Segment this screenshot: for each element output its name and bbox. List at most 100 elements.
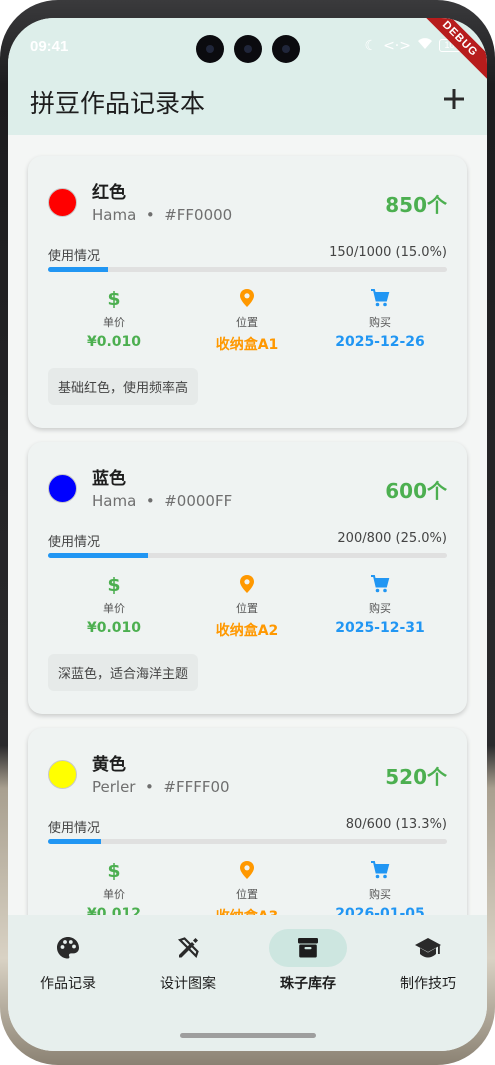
bead-count: 520个 (385, 765, 447, 789)
bead-note: 基础红色，使用频率高 (48, 368, 199, 405)
usage-progress-bar (48, 839, 447, 844)
bead-name: 黄色 (92, 755, 126, 775)
device-frame: 09:41 ☾ <·> 100 DEBUG 拼豆作品记录本 红色 Hama • … (0, 0, 495, 1065)
dollar-icon: $ (107, 860, 120, 880)
color-swatch (48, 474, 77, 503)
bead-hex: #0000FF (164, 492, 233, 510)
bead-brand-hex: Perler • #FFFF00 (92, 778, 230, 796)
location-info: 位置 收纳盒A1 (187, 288, 307, 354)
location-pin-icon (240, 575, 254, 593)
bead-name: 红色 (92, 183, 126, 203)
bead-card[interactable]: 红色 Hama • #FF0000 850个 使用情况 150/1000 (15… (28, 156, 467, 428)
color-swatch (48, 188, 77, 217)
nav-item-works[interactable]: 作品记录 (8, 929, 128, 993)
bead-note: 深蓝色，适合海洋主题 (48, 654, 199, 691)
home-indicator[interactable] (180, 1033, 316, 1038)
bead-brand: Hama (92, 206, 137, 224)
page-title: 拼豆作品记录本 (30, 89, 206, 118)
location-label: 位置 (236, 316, 258, 329)
bead-brand-hex: Hama • #FF0000 (92, 206, 233, 224)
shopping-cart-icon (371, 861, 390, 879)
purchase-date: 2025-12-31 (335, 620, 425, 636)
location-pin-icon (240, 861, 254, 879)
location-info: 位置 收纳盒A3 (187, 860, 307, 915)
price-label: 单价 (103, 888, 125, 901)
bead-hex: #FF0000 (164, 206, 233, 224)
app-screen: 09:41 ☾ <·> 100 DEBUG 拼豆作品记录本 红色 Hama • … (8, 18, 487, 1051)
location-pin-icon (240, 289, 254, 307)
usage-progress-bar (48, 267, 447, 272)
nav-label: 制作技巧 (400, 976, 456, 992)
nav-item-tips[interactable]: 制作技巧 (368, 929, 487, 993)
location-value: 收纳盒A2 (215, 623, 279, 639)
usage-label: 使用情况 (48, 249, 101, 264)
usage-progress-bar (48, 553, 447, 558)
camera-dot-icon (272, 35, 300, 63)
school-cap-icon (415, 938, 441, 958)
camera-dot-icon (234, 35, 262, 63)
nav-item-designs[interactable]: 设计图案 (128, 929, 248, 993)
usage-progress-fill (48, 267, 108, 272)
archive-box-icon (298, 938, 318, 958)
nav-label: 珠子库存 (280, 976, 336, 992)
usage-label: 使用情况 (48, 535, 101, 550)
purchase-label: 购买 (369, 602, 391, 615)
price-value: ¥0.010 (86, 620, 142, 636)
app-bar: 09:41 ☾ <·> 100 DEBUG 拼豆作品记录本 (8, 18, 487, 135)
price-info: $ 单价 ¥0.010 (54, 574, 174, 636)
usage-progress-fill (48, 553, 148, 558)
location-info: 位置 收纳盒A2 (187, 574, 307, 640)
bead-count: 600个 (385, 479, 447, 503)
price-value: ¥0.012 (86, 906, 142, 915)
shopping-cart-icon (371, 289, 390, 307)
moon-icon: ☾ (364, 37, 378, 54)
plus-icon (444, 89, 464, 109)
location-value: 收纳盒A1 (215, 337, 279, 353)
usage-progress-fill (48, 839, 102, 844)
nav-label: 设计图案 (160, 976, 216, 992)
bead-hex: #FFFF00 (163, 778, 230, 796)
code-icon: <·> (383, 37, 411, 54)
wifi-icon (417, 37, 433, 54)
shopping-cart-icon (371, 575, 390, 593)
color-swatch (48, 760, 77, 789)
price-info: $ 单价 ¥0.012 (54, 860, 174, 915)
usage-label: 使用情况 (48, 821, 101, 836)
palette-icon (57, 937, 79, 959)
location-value: 收纳盒A3 (187, 906, 307, 915)
location-label: 位置 (236, 888, 258, 901)
bead-card[interactable]: 蓝色 Hama • #0000FF 600个 使用情况 200/800 (25.… (28, 442, 467, 714)
bead-name: 蓝色 (92, 469, 126, 489)
status-time: 09:41 (30, 38, 69, 55)
price-label: 单价 (103, 602, 125, 615)
dollar-icon: $ (107, 574, 120, 594)
nav-label: 作品记录 (40, 976, 96, 992)
dollar-icon: $ (107, 288, 120, 308)
bottom-navigation: 作品记录 设计图案 珠子库存 制作技巧 (8, 915, 487, 1051)
bead-brand-hex: Hama • #0000FF (92, 492, 233, 510)
bead-brand: Hama (92, 492, 137, 510)
bead-count: 850个 (385, 193, 447, 217)
purchase-info: 购买 2025-12-31 (320, 574, 440, 636)
price-label: 单价 (103, 316, 125, 329)
price-value: ¥0.010 (86, 334, 142, 350)
usage-value: 200/800 (25.0%) (337, 531, 447, 546)
bead-card[interactable]: 黄色 Perler • #FFFF00 520个 使用情况 80/600 (13… (28, 728, 467, 915)
camera-dot-icon (196, 35, 224, 63)
usage-value: 150/1000 (15.0%) (329, 245, 447, 260)
purchase-info: 购买 2025-12-26 (320, 288, 440, 350)
purchase-date: 2025-12-26 (335, 334, 425, 350)
purchase-label: 购买 (369, 888, 391, 901)
svg-text:$: $ (107, 860, 120, 880)
purchase-label: 购买 (369, 316, 391, 329)
purchase-date: 2026-01-05 (335, 906, 425, 915)
location-label: 位置 (236, 602, 258, 615)
bead-brand: Perler (92, 778, 136, 796)
price-info: $ 单价 ¥0.010 (54, 288, 174, 350)
bead-list[interactable]: 红色 Hama • #FF0000 850个 使用情况 150/1000 (15… (8, 135, 487, 915)
usage-value: 80/600 (13.3%) (345, 817, 447, 832)
design-tools-icon (177, 937, 199, 959)
nav-item-inventory[interactable]: 珠子库存 (248, 929, 368, 993)
purchase-info: 购买 2026-01-05 (320, 860, 440, 915)
add-button[interactable] (439, 84, 469, 114)
